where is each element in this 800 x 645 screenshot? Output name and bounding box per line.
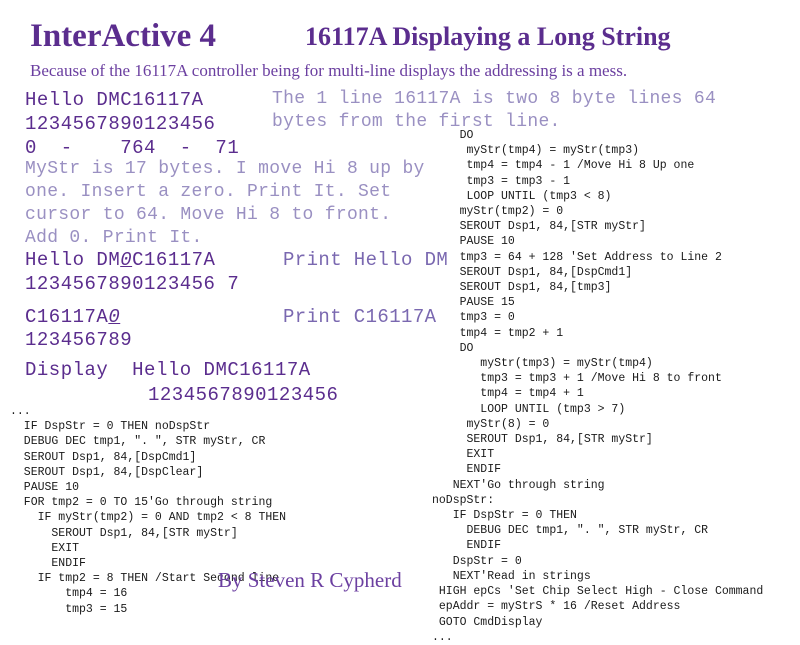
lcd-line-2-ruler: 1234567890123456 7	[25, 273, 240, 295]
lcd-line-3-inserted-zero: 0	[108, 306, 121, 328]
code-left-ellipsis: ...	[10, 405, 31, 418]
label-print-c16117a: Print C16117A	[283, 306, 437, 328]
lcd-line-2-inserted-zero: 0	[120, 249, 133, 271]
page-title: InterActive 4	[30, 18, 217, 54]
code-block-right: DO myStr(tmp4) = myStr(tmp3) tmp4 = tmp4…	[432, 128, 763, 645]
note-explanation: MyStr is 17 bytes. I move Hi 8 up by one…	[25, 159, 425, 248]
author-byline: By Steven R Cypherd	[218, 568, 402, 592]
lcd-line-1-text: Hello DMC16117A	[25, 89, 204, 111]
code-right-body: DO myStr(tmp4) = myStr(tmp3) tmp4 = tmp4…	[432, 129, 764, 644]
lcd-line-1-ruler: 1234567890123456	[25, 113, 216, 135]
lcd-address-row: 0 - 764 - 71	[25, 137, 240, 159]
lcd-line-2-text: Hello DM0C16117A	[25, 248, 215, 272]
lcd-final-text: Hello DMC16117A	[132, 359, 311, 381]
page-subtitle: 16117A Displaying a Long String	[305, 22, 671, 51]
lcd-line-3-text: C16117A0	[25, 305, 120, 329]
label-display: Display	[25, 359, 109, 381]
lcd-line-3-prefix: C16117A	[25, 306, 109, 328]
lcd-line-2-suffix: C16117A	[132, 249, 216, 271]
lcd-line-3-ruler: 123456789	[25, 329, 133, 351]
lcd-final-display-row: Display Hello DMC16117A	[25, 358, 311, 382]
lcd-line-2-prefix: Hello DM	[25, 249, 121, 271]
page-description: Because of the 16117A controller being f…	[30, 61, 628, 80]
lcd-final-spacer	[108, 359, 132, 381]
slide-root: InterActive 4 16117A Displaying a Long S…	[0, 0, 800, 644]
label-print-hello-dm: Print Hello DM	[283, 249, 449, 271]
